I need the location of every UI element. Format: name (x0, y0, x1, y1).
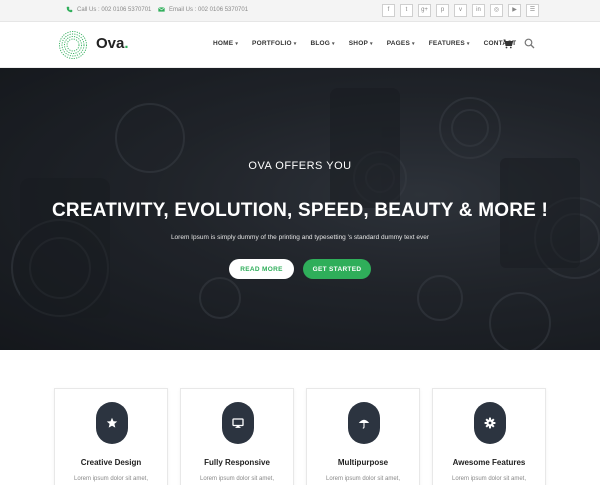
dribbble-icon[interactable]: ◎ (490, 4, 503, 17)
envelope-icon (158, 7, 165, 12)
chevron-down-icon: ▾ (466, 40, 470, 47)
email-text: Email Us : 002 0106 5370701 (169, 6, 249, 13)
nav-item-portfolio[interactable]: PORTFOLIO ▾ (252, 40, 296, 47)
nav-item-label: PORTFOLIO (252, 40, 292, 47)
pinterest-icon[interactable]: p (436, 4, 449, 17)
search-icon[interactable] (524, 38, 535, 49)
nav-item-shop[interactable]: SHOP ▾ (349, 40, 373, 47)
feature-title: Creative Design (80, 458, 142, 467)
rss-icon[interactable]: ☰ (526, 4, 539, 17)
google-plus-icon[interactable]: g+ (418, 4, 431, 17)
phone-icon (66, 6, 73, 13)
gear-icon (484, 417, 496, 429)
main-menu: HOME ▾ PORTFOLIO ▾ BLOG ▾ SHOP ▾ PAGES ▾… (213, 40, 530, 47)
feature-card-awesome-features: Awesome Features Lorem ipsum dolor sit a… (432, 388, 546, 485)
feature-title: Multipurpose (337, 458, 389, 467)
chevron-down-icon: ▾ (370, 40, 373, 47)
linkedin-icon[interactable]: in (472, 4, 485, 17)
feature-card-multipurpose: Multipurpose Lorem ipsum dolor sit amet, (306, 388, 420, 485)
nav-item-label: BLOG (310, 40, 331, 47)
feature-title: Fully Responsive (204, 458, 270, 467)
feature-text: Lorem ipsum dolor sit amet, (451, 476, 527, 482)
nav-item-features[interactable]: FEATURES ▾ (429, 40, 470, 47)
feature-text: Lorem ipsum dolor sit amet, (199, 476, 275, 482)
chevron-down-icon: ▾ (235, 40, 239, 47)
nav-item-pages[interactable]: PAGES ▾ (387, 40, 415, 47)
read-more-button[interactable]: READ MORE (229, 259, 294, 279)
nav-item-label: SHOP (348, 40, 368, 47)
nav-item-label: HOME (213, 40, 234, 47)
brand-text: Ova (96, 35, 125, 52)
umbrella-icon (358, 419, 370, 429)
star-icon (106, 417, 118, 428)
feature-badge (474, 402, 506, 444)
feature-badge (222, 402, 254, 444)
top-bar: Call Us : 002 0106 5370701 Email Us : 00… (0, 0, 600, 22)
hero-eyebrow: OVA OFFERS YOU (248, 160, 352, 172)
logo-icon[interactable] (58, 30, 88, 60)
nav-item-label: FEATURES (428, 40, 465, 47)
nav-item-blog[interactable]: BLOG ▾ (310, 40, 334, 47)
monitor-icon (232, 418, 244, 428)
feature-card-fully-responsive: Fully Responsive Lorem ipsum dolor sit a… (180, 388, 294, 485)
feature-title: Awesome Features (452, 458, 526, 467)
twitter-icon[interactable]: t (400, 4, 413, 17)
feature-text: Lorem ipsum dolor sit amet, (325, 476, 401, 482)
feature-badge (96, 402, 128, 444)
cart-icon[interactable] (503, 39, 513, 49)
main-navbar: Ova. HOME ▾ PORTFOLIO ▾ BLOG ▾ SHOP ▾ PA… (0, 22, 600, 68)
hero-subline: Lorem Ipsum is simply dummy of the print… (170, 234, 430, 241)
chevron-down-icon: ▾ (293, 40, 297, 47)
phone-contact: Call Us : 002 0106 5370701 (66, 6, 151, 13)
nav-item-label: PAGES (386, 40, 410, 47)
nav-item-home[interactable]: HOME ▾ (213, 40, 238, 47)
brand-dot: . (124, 35, 129, 52)
facebook-icon[interactable]: f (382, 4, 395, 17)
chevron-down-icon: ▾ (412, 40, 415, 47)
feature-badge (348, 402, 380, 444)
email-contact: Email Us : 002 0106 5370701 (158, 6, 248, 13)
feature-text: Lorem ipsum dolor sit amet, (73, 476, 149, 482)
features-section: Creative Design Lorem ipsum dolor sit am… (0, 350, 600, 485)
hero-banner: OVA OFFERS YOU CREATIVITY, EVOLUTION, SP… (0, 68, 600, 350)
chevron-down-icon: ▾ (332, 40, 335, 47)
feature-card-creative-design: Creative Design Lorem ipsum dolor sit am… (54, 388, 168, 485)
vine-icon[interactable]: v (454, 4, 467, 17)
social-links: f t g+ p v in ◎ ▶ ☰ (382, 4, 539, 17)
brand-name[interactable]: Ova. (96, 35, 129, 52)
youtube-icon[interactable]: ▶ (508, 4, 521, 17)
hero-headline: CREATIVITY, EVOLUTION, SPEED, BEAUTY & M… (51, 200, 548, 221)
phone-text: Call Us : 002 0106 5370701 (77, 6, 152, 13)
get-started-button[interactable]: GET STARTED (303, 259, 371, 279)
